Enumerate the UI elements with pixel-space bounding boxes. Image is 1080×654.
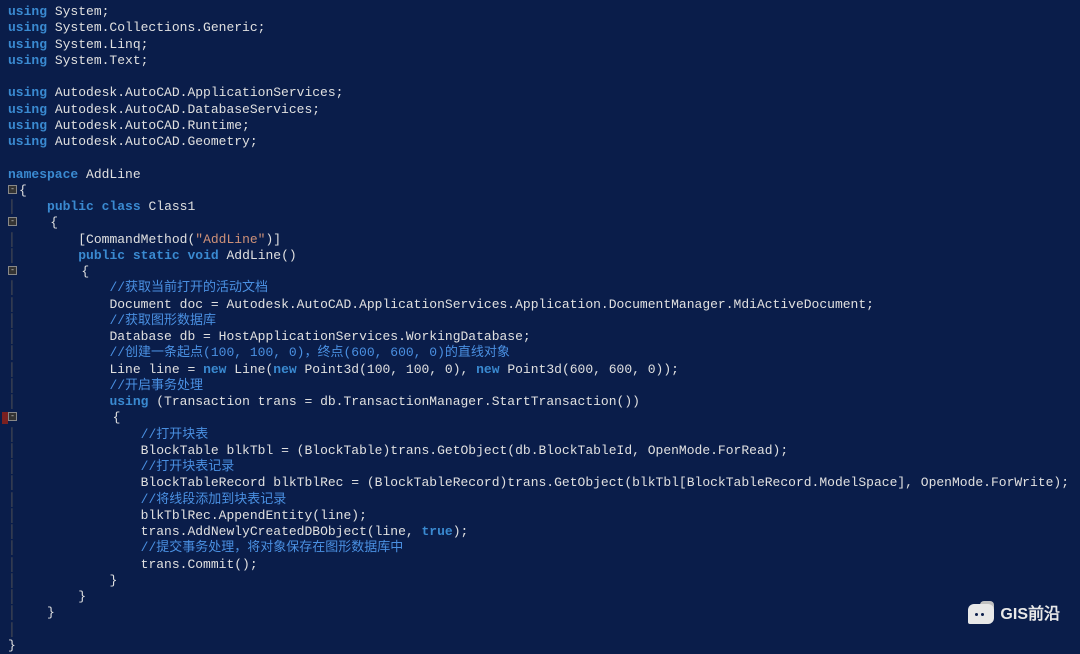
keyword-using: using: [8, 4, 47, 19]
keyword-using: using: [8, 85, 47, 100]
keyword-using: using: [8, 53, 47, 68]
keyword-using: using: [8, 134, 47, 149]
keyword-using: using: [8, 20, 47, 35]
keyword-using: using: [109, 394, 148, 409]
comment: //获取当前打开的活动文档: [109, 280, 268, 295]
comment: //获取图形数据库: [109, 313, 216, 328]
fold-toggle[interactable]: -: [8, 412, 17, 421]
comment: //创建一条起点(100, 100, 0)，终点(600, 600, 0)的直线…: [109, 345, 509, 360]
bool-literal: true: [422, 524, 453, 539]
fold-toggle[interactable]: -: [8, 217, 17, 226]
comment: //打开块表: [141, 427, 209, 442]
code-line: Database db = HostApplicationServices.Wo…: [109, 329, 530, 344]
code-line: BlockTableRecord blkTblRec = (BlockTable…: [141, 475, 1069, 490]
keyword-class: class: [102, 199, 141, 214]
keyword-using: using: [8, 118, 47, 133]
fold-toggle[interactable]: -: [8, 185, 17, 194]
comment: //打开块表记录: [141, 459, 235, 474]
comment: //提交事务处理，将对象保存在图形数据库中: [141, 540, 404, 555]
code-line: blkTblRec.AppendEntity(line);: [141, 508, 367, 523]
keyword-public: public: [47, 199, 94, 214]
fold-toggle[interactable]: -: [8, 266, 17, 275]
code-line: BlockTable blkTbl = (BlockTable)trans.Ge…: [141, 443, 789, 458]
comment: //开启事务处理: [109, 378, 203, 393]
code-editor[interactable]: using System; using System.Collections.G…: [8, 4, 1080, 654]
string-literal: "AddLine": [195, 232, 265, 247]
code-line: Document doc = Autodesk.AutoCAD.Applicat…: [109, 297, 874, 312]
keyword-using: using: [8, 37, 47, 52]
keyword-namespace: namespace: [8, 167, 78, 182]
code-line: trans.Commit();: [141, 557, 258, 572]
comment: //将线段添加到块表记录: [141, 492, 287, 507]
keyword-using: using: [8, 102, 47, 117]
